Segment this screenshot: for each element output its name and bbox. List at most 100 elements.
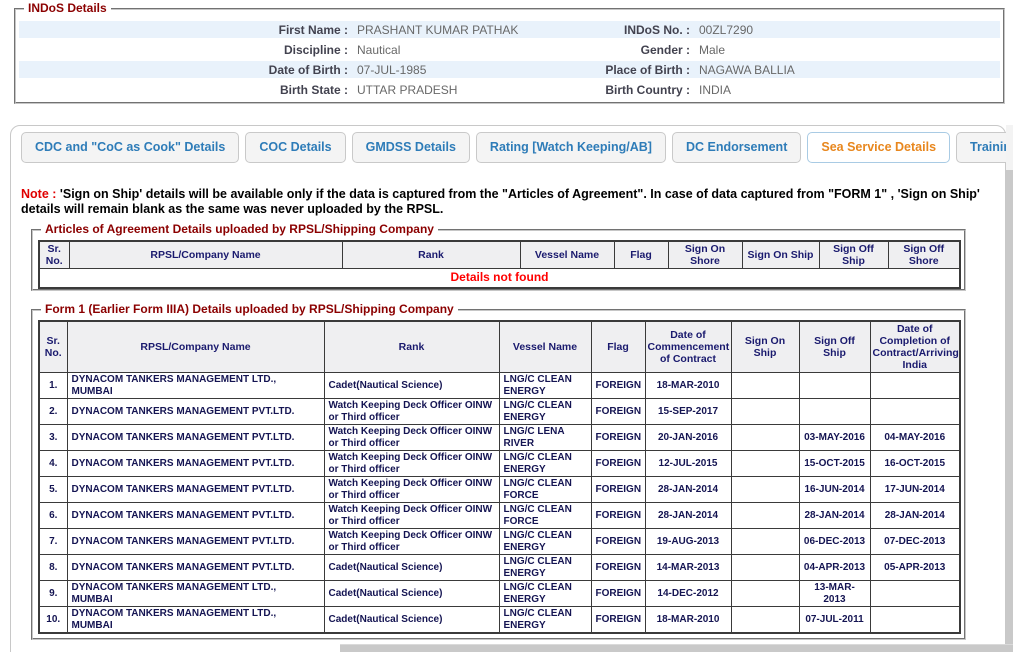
table-row: 9.DYNACOM TANKERS MANAGEMENT LTD., MUMBA… [39,581,960,607]
cell-sr-no: 3. [39,425,67,451]
articles-legend: Articles of Agreement Details uploaded b… [41,222,438,236]
cell-sign-on-ship [731,373,799,399]
cell-sign-on-ship [731,399,799,425]
table-row: 5.DYNACOM TANKERS MANAGEMENT PVT.LTD.Wat… [39,477,960,503]
cell-rank: Watch Keeping Deck Officer OINW or Third… [324,399,499,425]
cell-sr-no: 7. [39,529,67,555]
cell-date-completion: 16-OCT-2015 [870,451,960,477]
field-value-birth-state: UTTAR PRADESH [357,83,563,97]
cell-flag: FOREIGN [591,451,645,477]
column-header-rpsl-company-name: RPSL/Company Name [69,241,342,269]
cell-vessel-name: LNG/C CLEAN ENERGY [499,373,591,399]
form1-section: Form 1 (Earlier Form IIIA) Details uploa… [31,309,966,640]
cell-date-completion [870,399,960,425]
cell-company-name: DYNACOM TANKERS MANAGEMENT LTD., MUMBAI [67,607,324,634]
cell-flag: FOREIGN [591,529,645,555]
field-value-gender: Male [699,43,1000,57]
vertical-scrollbar-track[interactable] [1006,125,1013,652]
tab-training-details[interactable]: Training Details [956,132,1013,163]
vertical-scrollbar-thumb[interactable] [1006,170,1013,652]
cell-sign-off-ship: 03-MAY-2016 [799,425,870,451]
field-value-date-of-birth: 07-JUL-1985 [357,63,563,77]
tab-cdc-and-coc-as-cook-details[interactable]: CDC and "CoC as Cook" Details [21,132,239,163]
cell-sr-no: 10. [39,607,67,634]
tab-rating-watch-keeping-ab[interactable]: Rating [Watch Keeping/AB] [476,132,666,163]
empty-message: Details not found [39,269,960,288]
cell-date-completion: 05-APR-2013 [870,555,960,581]
column-header-vessel-name: Vessel Name [499,321,591,373]
cell-flag: FOREIGN [591,399,645,425]
column-header-vessel-name: Vessel Name [520,241,614,269]
table-row: 6.DYNACOM TANKERS MANAGEMENT PVT.LTD.Wat… [39,503,960,529]
indos-details-grid: First Name :PRASHANT KUMAR PATHAKINDoS N… [16,10,1003,98]
column-header-flag: Flag [591,321,645,373]
cell-company-name: DYNACOM TANKERS MANAGEMENT PVT.LTD. [67,477,324,503]
cell-vessel-name: LNG/C CLEAN ENERGY [499,607,591,634]
note-label: Note : [21,187,56,201]
cell-date-commencement: 14-DEC-2012 [645,581,731,607]
table-row: 2.DYNACOM TANKERS MANAGEMENT PVT.LTD.Wat… [39,399,960,425]
cell-sr-no: 9. [39,581,67,607]
cell-sign-off-ship: 28-JAN-2014 [799,503,870,529]
articles-header-row: Sr. No.RPSL/Company NameRankVessel NameF… [39,241,960,269]
cell-date-commencement: 14-MAR-2013 [645,555,731,581]
field-value-birth-country: INDIA [699,83,1000,97]
tab-sea-service-details[interactable]: Sea Service Details [807,132,950,163]
column-header-date-of-completion-of-contract-arriving-india: Date of Completion of Contract/Arriving … [870,321,960,373]
column-header-date-of-commencement-of-contract: Date of Commencement of Contract [645,321,731,373]
table-row: 1.DYNACOM TANKERS MANAGEMENT LTD., MUMBA… [39,373,960,399]
cell-company-name: DYNACOM TANKERS MANAGEMENT LTD., MUMBAI [67,373,324,399]
cell-flag: FOREIGN [591,555,645,581]
cell-date-completion: 07-DEC-2013 [870,529,960,555]
cell-vessel-name: LNG/C LENA RIVER [499,425,591,451]
field-label-gender: Gender : [563,43,699,57]
cell-vessel-name: LNG/C CLEAN ENERGY [499,555,591,581]
cell-vessel-name: LNG/C CLEAN FORCE [499,503,591,529]
note-text: Note : 'Sign on Ship' details will be av… [21,187,1001,217]
cell-sr-no: 6. [39,503,67,529]
cell-date-completion [870,373,960,399]
indos-details-section: INDoS Details First Name :PRASHANT KUMAR… [14,8,1005,104]
cell-sr-no: 8. [39,555,67,581]
cell-sign-off-ship [799,373,870,399]
cell-sign-on-ship [731,555,799,581]
cell-flag: FOREIGN [591,425,645,451]
cell-date-commencement: 28-JAN-2014 [645,503,731,529]
cell-date-commencement: 18-MAR-2010 [645,373,731,399]
cell-rank: Watch Keeping Deck Officer OINW or Third… [324,529,499,555]
cell-date-completion: 28-JAN-2014 [870,503,960,529]
horizontal-scrollbar-thumb[interactable] [340,644,1013,652]
indos-detail-row: Discipline :NauticalGender :Male [19,41,1000,58]
tab-coc-details[interactable]: COC Details [245,132,345,163]
cell-date-commencement: 28-JAN-2014 [645,477,731,503]
cell-date-completion: 04-MAY-2016 [870,425,960,451]
column-header-sign-on-ship: Sign On Ship [731,321,799,373]
cell-sign-on-ship [731,477,799,503]
field-value-indos-no: 00ZL7290 [699,23,1000,37]
tab-dc-endorsement[interactable]: DC Endorsement [672,132,801,163]
field-label-indos-no: INDoS No. : [563,23,699,37]
column-header-sr-no: Sr. No. [39,241,69,269]
cell-company-name: DYNACOM TANKERS MANAGEMENT PVT.LTD. [67,425,324,451]
column-header-flag: Flag [614,241,668,269]
cell-sign-off-ship: 16-JUN-2014 [799,477,870,503]
tab-bar: CDC and "CoC as Cook" DetailsCOC Details… [21,132,1013,163]
table-row: 8.DYNACOM TANKERS MANAGEMENT PVT.LTD.Cad… [39,555,960,581]
cell-date-completion: 17-JUN-2014 [870,477,960,503]
tab-gmdss-details[interactable]: GMDSS Details [352,132,470,163]
indos-detail-row: Date of Birth :07-JUL-1985Place of Birth… [19,61,1000,78]
cell-vessel-name: LNG/C CLEAN FORCE [499,477,591,503]
cell-rank: Watch Keeping Deck Officer OINW or Third… [324,451,499,477]
form1-header-row: Sr. No.RPSL/Company NameRankVessel NameF… [39,321,960,373]
sea-service-details-page: INDoS Details First Name :PRASHANT KUMAR… [0,0,1013,652]
cell-rank: Cadet(Nautical Science) [324,373,499,399]
cell-flag: FOREIGN [591,373,645,399]
cell-date-commencement: 15-SEP-2017 [645,399,731,425]
table-row: 3.DYNACOM TANKERS MANAGEMENT PVT.LTD.Wat… [39,425,960,451]
column-header-sign-on-ship: Sign On Ship [742,241,819,269]
cell-date-commencement: 18-MAR-2010 [645,607,731,634]
form1-legend: Form 1 (Earlier Form IIIA) Details uploa… [41,302,458,316]
cell-date-commencement: 12-JUL-2015 [645,451,731,477]
cell-company-name: DYNACOM TANKERS MANAGEMENT PVT.LTD. [67,451,324,477]
column-header-sign-off-shore: Sign Off Shore [888,241,960,269]
